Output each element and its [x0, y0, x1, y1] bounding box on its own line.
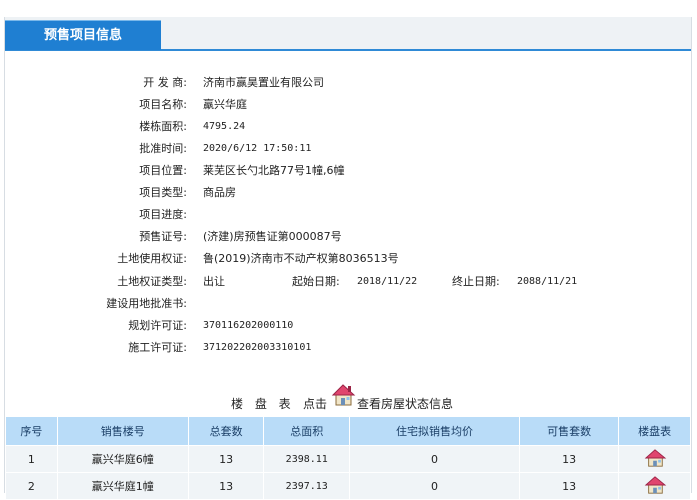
planning-permit-label: 规划许可证:: [128, 319, 187, 332]
project-type-label: 项目类型:: [139, 186, 187, 199]
info-row-approval-time: 批准时间: 2020/6/12 17:50:11: [5, 138, 691, 160]
project-name-label: 项目名称:: [139, 98, 187, 111]
project-name-value: 羸兴华庭: [203, 98, 247, 111]
info-row-project-name: 项目名称: 羸兴华庭: [5, 94, 691, 116]
row-building: 羸兴华庭6幢: [56, 445, 189, 473]
approval-time-label: 批准时间:: [139, 142, 187, 155]
info-row-land-approval: 建设用地批准书:: [5, 293, 691, 315]
info-row-developer: 开 发 商: 济南市赢昊置业有限公司: [5, 72, 691, 94]
row-no: 1: [5, 445, 58, 473]
project-type-value: 商品房: [203, 186, 236, 199]
table-header-row: 序号 销售楼号 总套数 总面积 住宅拟销售均价 可售套数 楼盘表: [5, 416, 691, 446]
row-units: 13: [187, 472, 265, 500]
house-icon[interactable]: [643, 475, 667, 498]
info-row-land-type: 土地权证类型: 出让 起始日期: 2018/11/22 终止日期: 2088/1…: [5, 271, 691, 293]
col-header-units: 总套数: [187, 416, 265, 446]
presale-cert-value: (济建)房预售证第000087号: [203, 230, 342, 243]
land-approval-label: 建设用地批准书:: [106, 297, 187, 310]
row-price: 0: [349, 445, 520, 473]
location-value: 莱芜区长勺北路77号1幢,6幢: [203, 164, 345, 177]
row-area: 2397.13: [263, 472, 351, 500]
col-header-no: 序号: [5, 416, 58, 446]
house-icon[interactable]: [643, 448, 667, 471]
col-header-price: 住宅拟销售均价: [349, 416, 520, 446]
info-row-building-area: 楼栋面积: 4795.24: [5, 116, 691, 138]
location-label: 项目位置:: [139, 164, 187, 177]
row-units: 13: [187, 445, 265, 473]
building-list-header: 楼 盘 表 点击 查看房屋状态信息: [5, 382, 691, 411]
planning-permit-value: 370116202000110: [203, 320, 294, 331]
row-building-list-cell: [618, 472, 691, 500]
info-row-project-type: 项目类型: 商品房: [5, 182, 691, 204]
info-row-land-use-cert: 土地使用权证: 鲁(2019)济南市不动产权第8036513号: [5, 248, 691, 270]
col-header-area: 总面积: [263, 416, 351, 446]
developer-value: 济南市赢昊置业有限公司: [203, 76, 324, 89]
house-icon[interactable]: [330, 382, 356, 411]
start-date-label: 起始日期:: [292, 275, 340, 288]
row-building-list-cell: [618, 445, 691, 473]
developer-label: 开 发 商:: [143, 76, 187, 89]
building-list-title: 楼 盘 表: [231, 397, 295, 411]
row-price: 0: [349, 472, 520, 500]
presale-panel: 预售项目信息 开 发 商: 济南市赢昊置业有限公司 项目名称: 羸兴华庭 楼栋面…: [4, 17, 692, 500]
col-header-building: 销售楼号: [56, 416, 189, 446]
building-area-value: 4795.24: [203, 121, 246, 132]
land-use-cert-label: 土地使用权证:: [117, 252, 187, 265]
info-row-presale-cert: 预售证号: (济建)房预售证第000087号: [5, 226, 691, 248]
land-type-label: 土地权证类型:: [117, 275, 187, 288]
construction-permit-value: 371202202003310101: [203, 342, 312, 353]
building-table: 序号 销售楼号 总套数 总面积 住宅拟销售均价 可售套数 楼盘表 1 羸兴华庭6…: [5, 416, 691, 500]
view-status-hint: 查看房屋状态信息: [357, 397, 454, 411]
tab-presale-info[interactable]: 预售项目信息: [5, 20, 161, 50]
col-header-building-list: 楼盘表: [618, 416, 691, 446]
end-date-label: 终止日期:: [452, 275, 500, 288]
row-available: 13: [518, 445, 620, 473]
construction-permit-label: 施工许可证:: [128, 341, 187, 354]
progress-label: 项目进度:: [139, 208, 187, 221]
building-area-label: 楼栋面积:: [139, 120, 187, 133]
info-row-construction-permit: 施工许可证: 371202202003310101: [5, 337, 691, 359]
end-date-value: 2088/11/21: [517, 276, 578, 287]
presale-cert-label: 预售证号:: [139, 230, 187, 243]
tab-bar: 预售项目信息: [5, 17, 691, 51]
row-area: 2398.11: [263, 445, 351, 473]
row-building: 羸兴华庭1幢: [56, 472, 189, 500]
col-header-available: 可售套数: [518, 416, 620, 446]
info-row-planning-permit: 规划许可证: 370116202000110: [5, 315, 691, 337]
row-available: 13: [518, 472, 620, 500]
table-row: 2 羸兴华庭1幢 13 2397.13 0 13: [5, 472, 691, 500]
land-use-cert-value: 鲁(2019)济南市不动产权第8036513号: [203, 252, 399, 265]
land-type-value: 出让: [203, 275, 225, 288]
info-row-location: 项目位置: 莱芜区长勺北路77号1幢,6幢: [5, 160, 691, 182]
info-row-progress: 项目进度:: [5, 204, 691, 226]
row-no: 2: [5, 472, 58, 500]
start-date-value: 2018/11/22: [357, 276, 418, 287]
approval-time-value: 2020/6/12 17:50:11: [203, 143, 312, 154]
click-text: 点击: [303, 397, 328, 411]
table-row: 1 羸兴华庭6幢 13 2398.11 0 13: [5, 445, 691, 473]
